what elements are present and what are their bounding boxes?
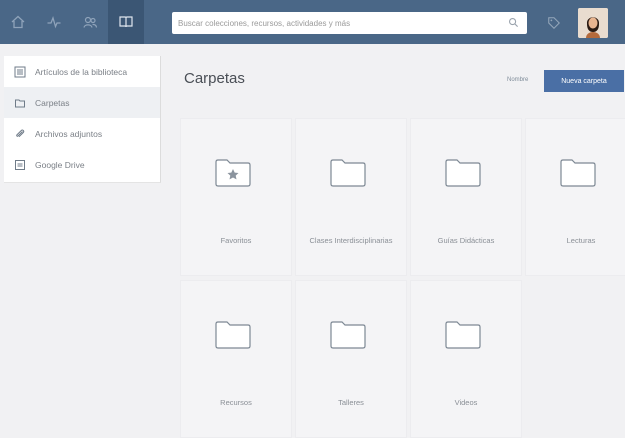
activity-icon bbox=[47, 16, 61, 29]
sidebar: Artículos de la biblioteca Carpetas Arch… bbox=[4, 56, 161, 183]
folder-name: Favoritos bbox=[220, 236, 252, 245]
nav-icon-group bbox=[0, 0, 170, 44]
folder-name: Talleres bbox=[338, 398, 364, 407]
sidebar-item-label: Artículos de la biblioteca bbox=[35, 66, 128, 77]
folder-tile[interactable]: Clases Interdisciplinarias bbox=[295, 118, 407, 276]
sidebar-item-label: Google Drive bbox=[35, 159, 85, 170]
sidebar-item-label: Archivos adjuntos bbox=[35, 128, 103, 139]
folder-icon bbox=[14, 97, 26, 109]
folder-grid: Favoritos Clases Interdisciplinarias Guí… bbox=[180, 118, 625, 438]
avatar[interactable] bbox=[578, 8, 608, 38]
folder-icon bbox=[559, 158, 597, 188]
sidebar-item-folders[interactable]: Carpetas bbox=[4, 87, 160, 118]
folder-tile[interactable]: Favoritos bbox=[180, 118, 292, 276]
folder-icon bbox=[444, 158, 482, 188]
new-folder-button[interactable]: Nueva carpeta bbox=[544, 70, 624, 92]
folder-name: Lecturas bbox=[566, 236, 596, 245]
page-title: Carpetas bbox=[184, 70, 245, 87]
activity-nav-button[interactable] bbox=[36, 0, 72, 44]
sidebar-item-attachments[interactable]: Archivos adjuntos bbox=[4, 118, 160, 149]
sidebar-item-articles[interactable]: Artículos de la biblioteca bbox=[4, 56, 160, 87]
folder-name: Videos bbox=[454, 398, 478, 407]
google-drive-icon bbox=[14, 159, 26, 171]
folder-name: Recursos bbox=[220, 398, 252, 407]
library-nav-button[interactable] bbox=[108, 0, 144, 44]
home-icon bbox=[11, 15, 25, 29]
search-icon[interactable] bbox=[508, 17, 519, 28]
group-icon bbox=[83, 16, 98, 28]
folder-tile[interactable]: Lecturas bbox=[525, 118, 625, 276]
folder-name: Clases Interdisciplinarias bbox=[309, 236, 393, 245]
group-nav-button[interactable] bbox=[72, 0, 108, 44]
folder-tile[interactable]: Recursos bbox=[180, 280, 292, 438]
folder-icon bbox=[444, 320, 482, 350]
folder-tile[interactable]: Talleres bbox=[295, 280, 407, 438]
library-icon bbox=[119, 16, 133, 28]
sidebar-item-label: Carpetas bbox=[35, 97, 70, 108]
folder-name: Guías Didácticas bbox=[437, 236, 495, 245]
sidebar-item-google-drive[interactable]: Google Drive bbox=[4, 149, 160, 180]
profile-photo-icon bbox=[578, 8, 608, 38]
folder-icon bbox=[329, 320, 367, 350]
search-bar[interactable] bbox=[172, 12, 527, 34]
tag-button[interactable] bbox=[541, 11, 567, 35]
tag-icon bbox=[548, 17, 560, 29]
paperclip-icon bbox=[14, 128, 26, 140]
folder-tile[interactable]: Guías Didácticas bbox=[410, 118, 522, 276]
folder-tile[interactable]: Videos bbox=[410, 280, 522, 438]
starred-folder-icon bbox=[214, 158, 252, 188]
sort-dropdown[interactable]: Nombre bbox=[507, 77, 528, 83]
home-nav-button[interactable] bbox=[0, 0, 36, 44]
search-input[interactable] bbox=[178, 18, 501, 28]
folder-icon bbox=[214, 320, 252, 350]
top-navigation-bar bbox=[0, 0, 625, 44]
folder-icon bbox=[329, 158, 367, 188]
articles-icon bbox=[14, 66, 26, 78]
main-content: Carpetas Nombre Nueva carpeta Favoritos … bbox=[168, 52, 625, 438]
